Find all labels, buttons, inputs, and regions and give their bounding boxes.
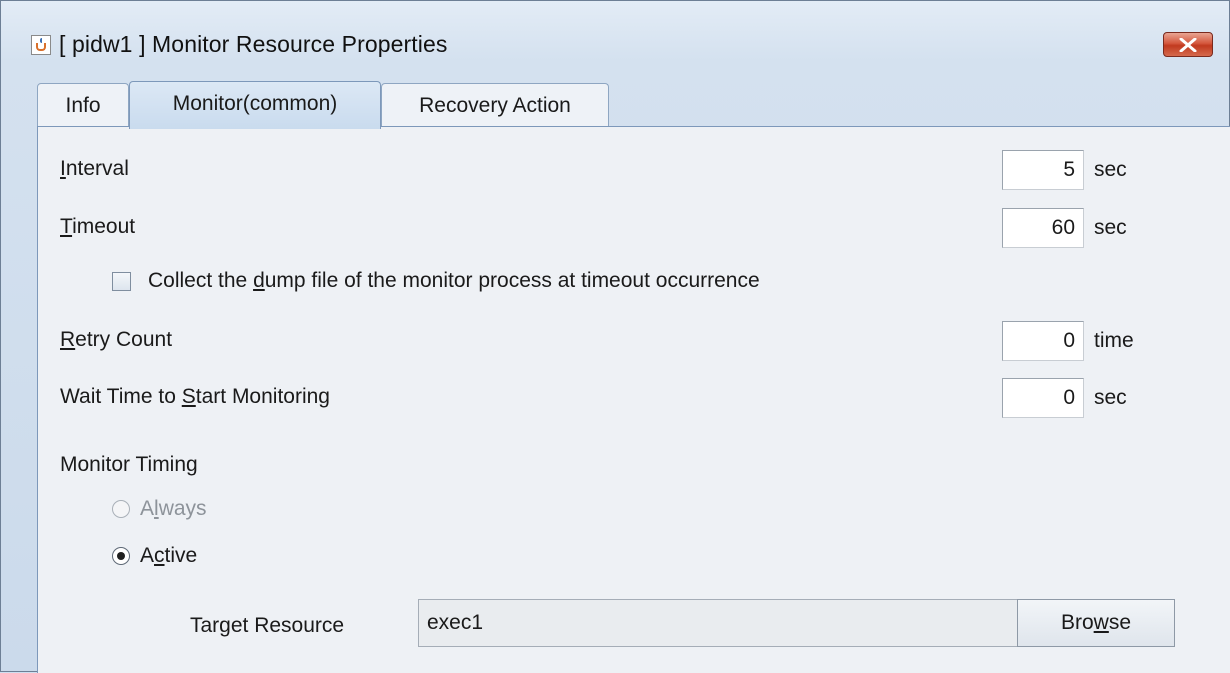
active-label: Active <box>140 544 198 567</box>
interval-label: Interval <box>60 157 129 180</box>
retry-count-input[interactable]: 0 <box>1002 321 1084 361</box>
tab-info[interactable]: Info <box>37 83 129 127</box>
retry-count-label: Retry Count <box>60 328 173 351</box>
interval-unit: sec <box>1094 158 1127 181</box>
timeout-unit: sec <box>1094 216 1127 239</box>
window-title: [ pidw1 ] Monitor Resource Properties <box>59 31 448 57</box>
always-label: Always <box>140 497 207 520</box>
dump-checkbox-label[interactable]: Collect the dump file of the monitor pro… <box>148 269 760 293</box>
properties-dialog: [ pidw1 ] Monitor Resource Properties In… <box>0 0 1230 673</box>
close-x-icon <box>1179 38 1197 52</box>
retry-count-unit: time <box>1094 329 1134 352</box>
timeout-input[interactable]: 60 <box>1002 208 1084 248</box>
java-cup-icon[interactable] <box>31 35 51 55</box>
title-bar[interactable]: [ pidw1 ] Monitor Resource Properties <box>1 1 1229 75</box>
target-resource-label: Target Resource <box>190 614 345 637</box>
always-radio[interactable] <box>112 500 130 518</box>
monitor-timing-heading: Monitor Timing <box>60 453 198 476</box>
tab-recovery-action[interactable]: Recovery Action <box>381 83 609 127</box>
timeout-label: Timeout <box>60 215 136 238</box>
dump-checkbox[interactable] <box>112 272 131 291</box>
target-resource-field[interactable]: exec1 <box>418 599 1018 647</box>
tab-monitor-common[interactable]: Monitor(common) <box>129 81 381 129</box>
close-button[interactable] <box>1163 32 1213 57</box>
wait-time-label: Wait Time to Start Monitoring <box>60 385 330 408</box>
active-radio[interactable] <box>112 547 130 565</box>
interval-input[interactable]: 5 <box>1002 150 1084 190</box>
monitor-common-panel: Interval 5 sec Timeout 60 sec Collect th… <box>37 126 1230 673</box>
browse-button[interactable]: Browse <box>1017 599 1175 647</box>
wait-time-input[interactable]: 0 <box>1002 378 1084 418</box>
wait-time-unit: sec <box>1094 386 1127 409</box>
